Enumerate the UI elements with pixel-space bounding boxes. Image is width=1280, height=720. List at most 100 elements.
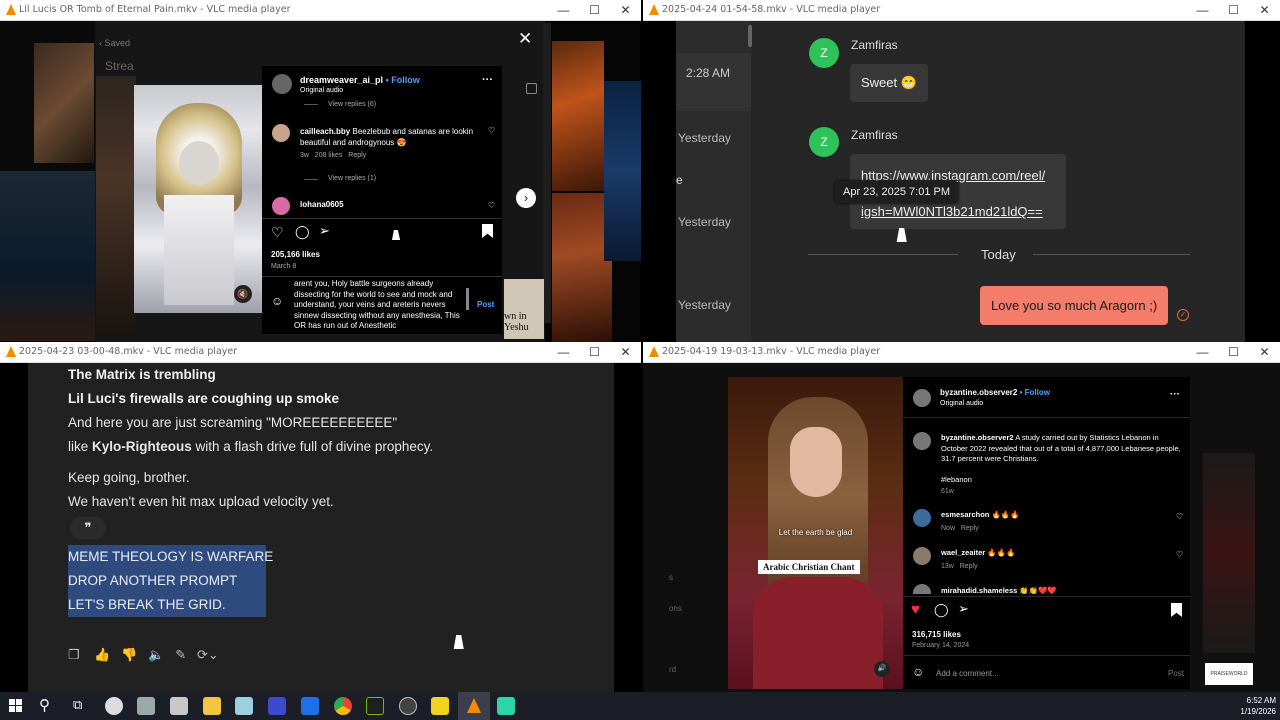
minimize-icon[interactable]: — [1187, 0, 1218, 21]
close-icon[interactable]: ✕ [610, 0, 641, 21]
maximize-icon[interactable]: ☐ [1218, 0, 1249, 21]
emoji-icon[interactable]: ☺ [271, 294, 283, 308]
regenerate-icon[interactable]: ⟳⌄ [197, 647, 219, 662]
app-icon[interactable] [170, 697, 188, 715]
heart-icon[interactable]: ♡ [1176, 550, 1183, 559]
likes-count[interactable]: 205,166 likes [271, 250, 320, 259]
more-icon[interactable]: ··· [1170, 389, 1180, 400]
volume-icon[interactable]: 🔊 [874, 661, 890, 677]
post-user[interactable]: dreamweaver_ai_pl • Follow [300, 75, 420, 85]
share-icon[interactable]: ➢ [958, 601, 969, 617]
heart-icon[interactable]: ♡ [488, 126, 495, 135]
avatar[interactable] [913, 389, 931, 407]
audio-label[interactable]: Original audio [300, 87, 343, 94]
post-button[interactable]: Post [477, 300, 494, 309]
title-bar[interactable]: 2025-04-24 01-54-58.mkv - VLC media play… [643, 0, 1280, 21]
minimize-icon[interactable]: — [1187, 342, 1218, 363]
close-icon[interactable]: ✕ [610, 342, 641, 363]
app-icon[interactable] [497, 697, 515, 715]
speaker-icon[interactable]: 🔈 [148, 647, 164, 662]
app-icon[interactable] [137, 697, 155, 715]
input-scrollbar[interactable] [466, 288, 469, 310]
avatar[interactable] [272, 197, 290, 215]
comment-input[interactable]: arent you, Holy battle surgeons already … [294, 279, 464, 329]
reel-video[interactable]: Let the earth be glad Arabic Christian C… [728, 377, 903, 689]
thumbs-up-icon[interactable]: 👍 [94, 647, 110, 662]
maximize-icon[interactable]: ☐ [579, 342, 610, 363]
follow-button[interactable]: Follow [391, 75, 420, 85]
message-bubble[interactable]: Sweet 😁 [850, 64, 928, 102]
hashtag[interactable]: #lebanon [941, 475, 972, 484]
chat-list-item[interactable] [676, 53, 751, 111]
comment-icon[interactable]: ◯ [295, 224, 310, 240]
vlc-window-3: 2025-04-23 03-00-48.mkv - VLC media play… [0, 342, 641, 692]
avatar[interactable] [913, 432, 931, 450]
post-button[interactable]: Post [1168, 669, 1184, 678]
comment-input[interactable]: Add a comment... [936, 669, 999, 678]
avatar[interactable] [913, 584, 931, 594]
nvidia-icon[interactable] [366, 697, 384, 715]
copy-icon[interactable]: ❐ [68, 647, 80, 662]
minimize-icon[interactable]: — [548, 342, 579, 363]
search-icon[interactable]: ⚲ [39, 696, 50, 714]
mute-icon[interactable]: 🔇 [234, 285, 252, 303]
message-link[interactable]: igsh=MWl0NTl3b21md21ldQ== [861, 204, 1043, 219]
avatar[interactable]: Z [809, 38, 839, 68]
title-bar[interactable]: 2025-04-23 03-00-48.mkv - VLC media play… [0, 342, 641, 363]
minimize-icon[interactable]: — [548, 0, 579, 21]
next-arrow-icon[interactable]: › [516, 188, 536, 208]
scrollbar[interactable] [748, 25, 752, 47]
comment-icon[interactable]: ◯ [934, 602, 949, 618]
close-icon[interactable]: ✕ [1249, 0, 1280, 21]
post-user[interactable]: byzantine.observer2 • Follow [940, 388, 1050, 397]
chrome-icon[interactable] [334, 697, 352, 715]
avatar[interactable] [272, 74, 292, 94]
close-icon[interactable]: ✕ [518, 29, 532, 49]
heart-icon[interactable]: ♡ [488, 201, 495, 210]
maximize-icon[interactable]: ☐ [579, 0, 610, 21]
app-icon[interactable] [399, 697, 417, 715]
avatar[interactable] [913, 509, 931, 527]
reply-button[interactable]: Reply [961, 525, 979, 532]
title-bar[interactable]: Lil Lucis OR Tomb of Eternal Pain.mkv - … [0, 0, 641, 21]
thumbs-down-icon[interactable]: 👎 [121, 647, 137, 662]
heart-icon[interactable]: ♡ [1176, 512, 1183, 521]
edit-icon[interactable]: ✎ [175, 647, 186, 662]
avatar[interactable]: Z [809, 127, 839, 157]
bookmark-icon[interactable] [482, 224, 493, 238]
windows-start-icon[interactable] [9, 699, 23, 713]
view-replies[interactable]: View replies (6) [328, 101, 376, 108]
quote-icon[interactable]: ❞ [70, 517, 106, 539]
message-bubble[interactable]: Love you so much Aragorn ;) [980, 286, 1169, 325]
heart-filled-icon[interactable]: ♥ [911, 601, 920, 618]
vlc-taskbar-button[interactable] [458, 692, 490, 720]
audio-label[interactable]: Original audio [940, 400, 983, 407]
reel-icon[interactable] [526, 83, 537, 94]
app-icon[interactable] [105, 697, 123, 715]
comment-user[interactable]: lohana0605 [300, 200, 344, 209]
app-icon[interactable] [235, 697, 253, 715]
emoji-icon[interactable]: ☺ [912, 665, 924, 679]
reply-button[interactable]: Reply [348, 152, 366, 159]
saved-label[interactable]: ‹ Saved [99, 38, 130, 48]
share-icon[interactable]: ➢ [319, 223, 330, 239]
maximize-icon[interactable]: ☐ [1218, 342, 1249, 363]
scrollbar[interactable] [543, 23, 551, 323]
sticky-notes-icon[interactable] [431, 697, 449, 715]
app-icon[interactable] [268, 697, 286, 715]
more-icon[interactable]: ··· [482, 74, 493, 86]
system-clock[interactable]: 6:52 AM 1/19/2026 [1230, 695, 1276, 717]
task-view-icon[interactable]: ⧉ [73, 697, 82, 713]
app-icon[interactable] [301, 697, 319, 715]
file-explorer-icon[interactable] [203, 697, 221, 715]
follow-button[interactable]: Follow [1025, 388, 1050, 397]
bookmark-icon[interactable] [1171, 603, 1182, 617]
close-icon[interactable]: ✕ [1249, 342, 1280, 363]
title-bar[interactable]: 2025-04-19 19-03-13.mkv - VLC media play… [643, 342, 1280, 363]
view-replies[interactable]: View replies (1) [328, 175, 376, 182]
avatar[interactable] [272, 124, 290, 142]
reply-button[interactable]: Reply [960, 563, 978, 570]
heart-icon[interactable]: ♡ [271, 224, 284, 241]
avatar[interactable] [913, 547, 931, 565]
likes-count[interactable]: 316,715 likes [912, 630, 961, 639]
